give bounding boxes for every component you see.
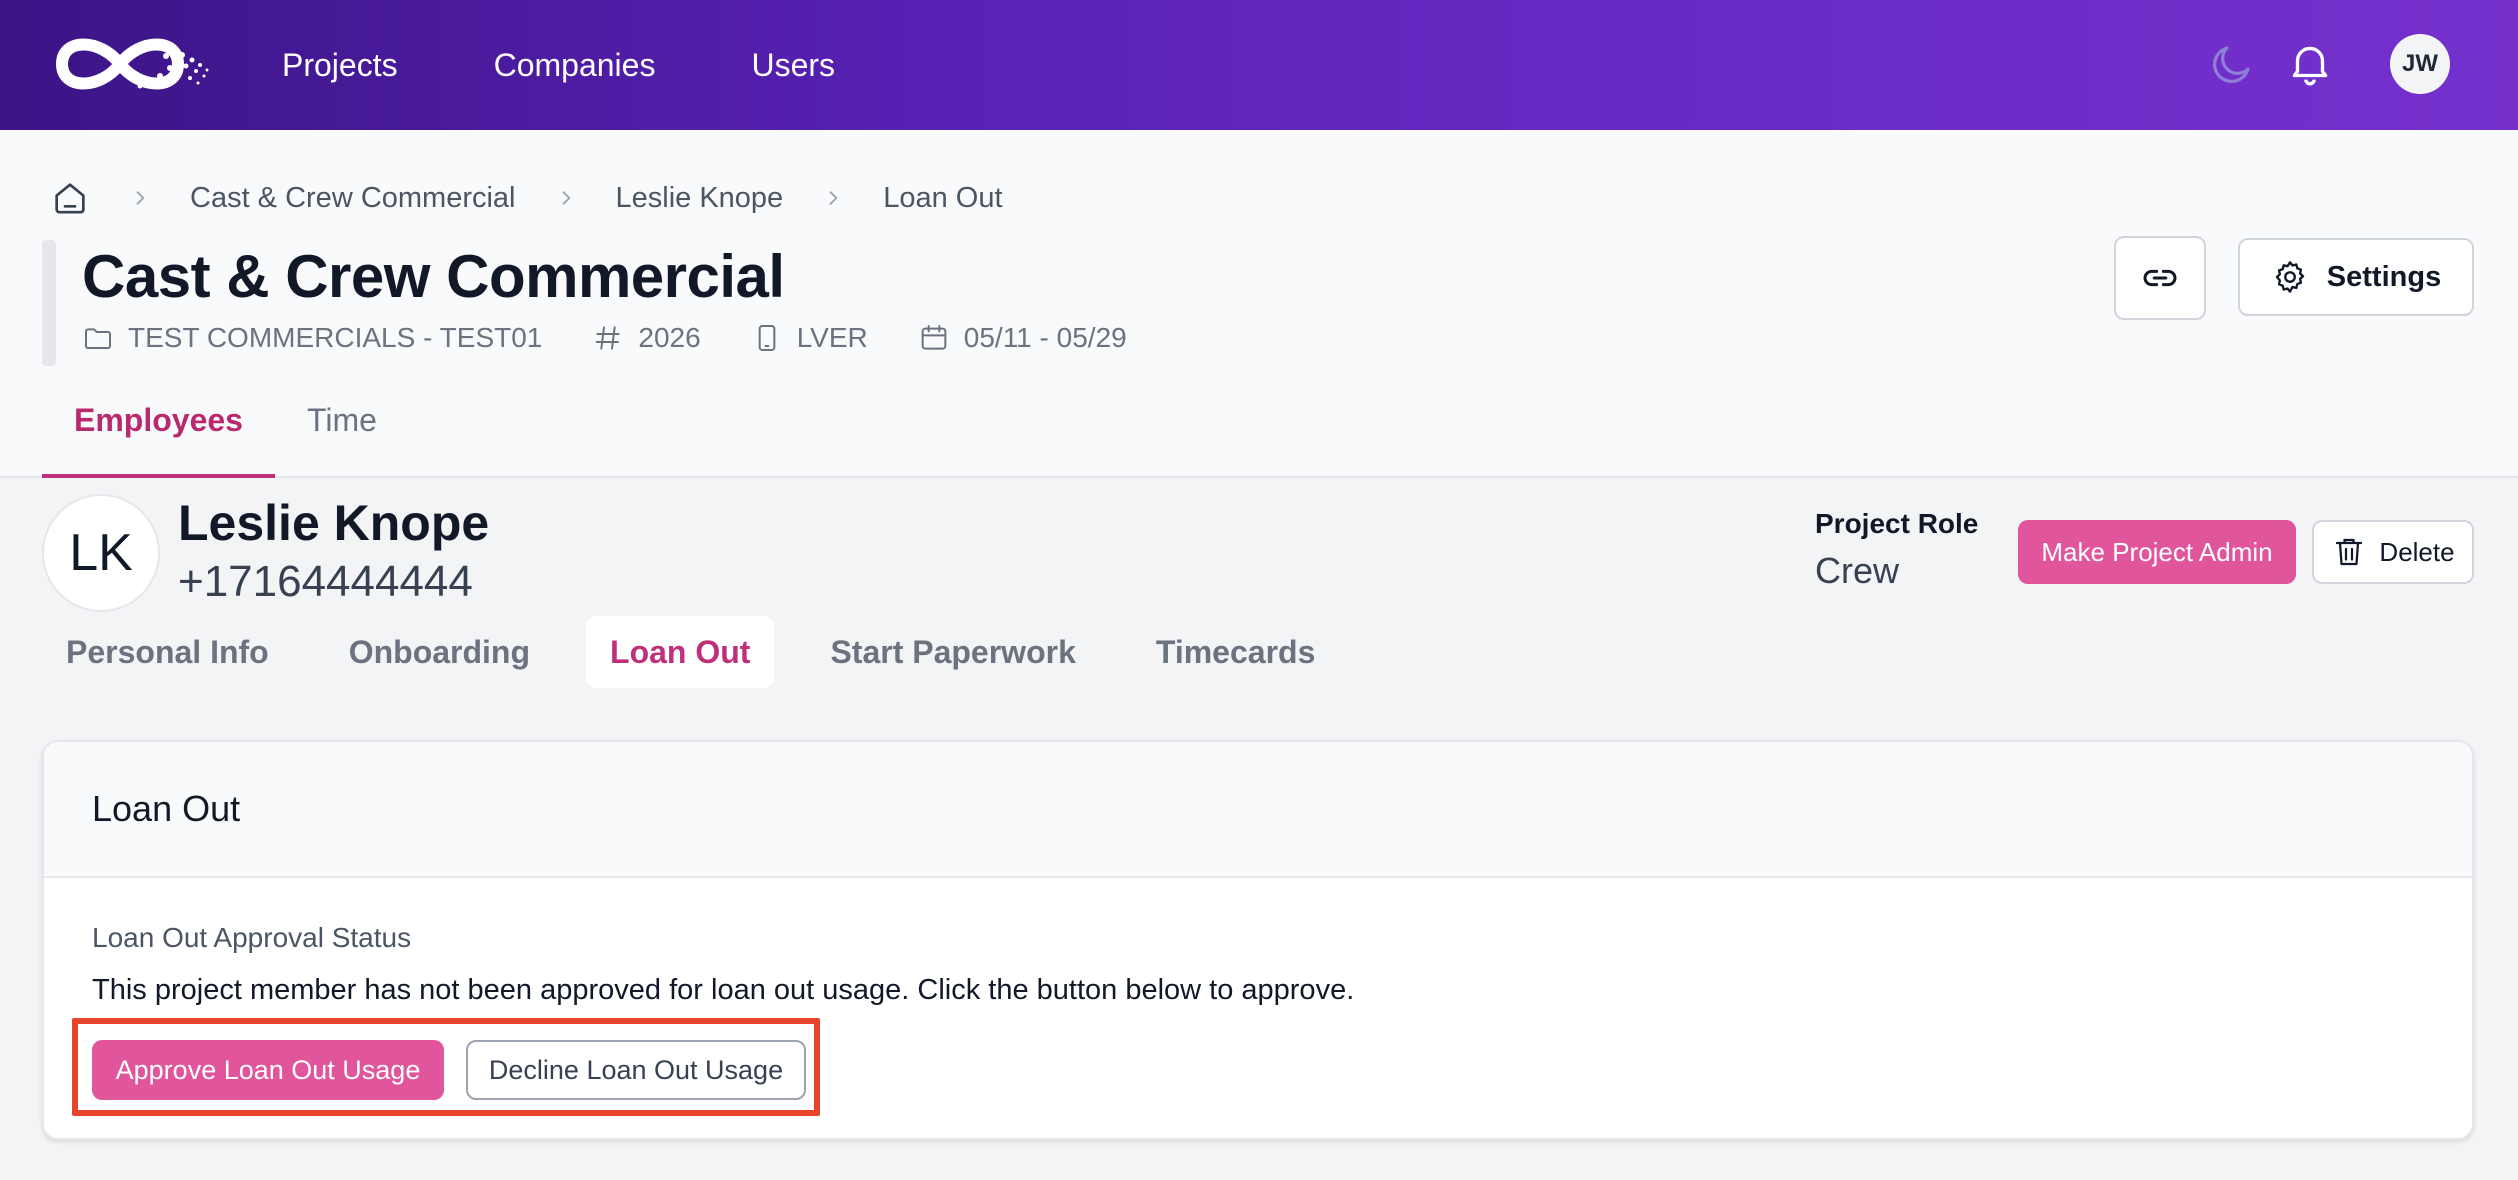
- approval-status-label: Loan Out Approval Status: [92, 922, 412, 953]
- meta-company-text: TEST COMMERCIALS - TEST01: [128, 322, 543, 353]
- delete-button-label: Delete: [2379, 536, 2455, 567]
- member-tabs: Personal Info Onboarding Loan Out Start …: [42, 616, 1339, 688]
- link-icon: [2143, 269, 2177, 287]
- project-role-label: Project Role: [1815, 508, 1979, 539]
- project-tabs: Employees Time: [42, 382, 409, 478]
- hash-icon: [596, 326, 621, 350]
- top-navbar: Projects Companies Users JW: [0, 0, 2518, 130]
- member-name: Leslie Knope: [178, 495, 490, 551]
- project-header: Cast & Crew Commercial Leslie Knope Loan…: [0, 130, 2518, 478]
- approval-status-text: This project member has not been approve…: [92, 974, 1355, 1006]
- tab-start-paperwork[interactable]: Start Paperwork: [806, 616, 1099, 688]
- meta-device: LVER: [751, 322, 868, 354]
- nav-users-link[interactable]: Users: [751, 47, 835, 84]
- breadcrumb-project[interactable]: Cast & Crew Commercial: [190, 182, 516, 215]
- tab-loan-out[interactable]: Loan Out: [586, 616, 775, 688]
- page-title: Cast & Crew Commercial: [82, 243, 785, 310]
- tab-personal-info[interactable]: Personal Info: [42, 616, 293, 688]
- member-phone: +17164444444: [178, 557, 473, 606]
- meta-number: 2026: [592, 322, 701, 354]
- meta-dates: 05/11 - 05/29: [918, 322, 1127, 354]
- home-icon[interactable]: [50, 178, 90, 218]
- user-avatar[interactable]: JW: [2390, 34, 2450, 94]
- settings-button-label: Settings: [2326, 260, 2442, 293]
- tab-time[interactable]: Time: [275, 382, 409, 478]
- meta-company: TEST COMMERCIALS - TEST01: [82, 322, 542, 354]
- gear-icon: [2275, 261, 2304, 293]
- brand-logo[interactable]: [42, 24, 214, 104]
- card-title: Loan Out: [44, 742, 2472, 878]
- tab-employees[interactable]: Employees: [42, 382, 275, 478]
- meta-dates-text: 05/11 - 05/29: [963, 322, 1127, 353]
- settings-button[interactable]: Settings: [2238, 238, 2474, 316]
- member-avatar: LK: [42, 494, 160, 612]
- phone-icon: [758, 325, 776, 351]
- copy-link-button[interactable]: [2114, 236, 2206, 320]
- tab-timecards[interactable]: Timecards: [1132, 616, 1340, 688]
- breadcrumb-current[interactable]: Loan Out: [883, 182, 1002, 215]
- chevron-right-icon: [136, 191, 145, 205]
- calendar-icon: [921, 325, 947, 350]
- project-role-value: Crew: [1815, 550, 1900, 591]
- make-project-admin-button[interactable]: Make Project Admin: [2018, 520, 2296, 584]
- loan-out-card: Loan Out Loan Out Approval Status This p…: [42, 740, 2474, 1140]
- project-meta: TEST COMMERCIALS - TEST01 2026 LVER 05/1…: [82, 322, 1177, 354]
- nav-projects-link[interactable]: Projects: [282, 47, 398, 84]
- trash-icon: [2336, 538, 2363, 566]
- approve-loan-out-button[interactable]: Approve Loan Out Usage: [92, 1040, 444, 1100]
- folder-icon: [85, 328, 111, 349]
- breadcrumb-member[interactable]: Leslie Knope: [616, 182, 784, 215]
- title-accent-bar: [42, 240, 56, 366]
- chevron-right-icon: [562, 191, 570, 205]
- delete-button[interactable]: Delete: [2312, 520, 2474, 584]
- tab-onboarding[interactable]: Onboarding: [325, 616, 554, 688]
- meta-device-text: LVER: [796, 322, 868, 353]
- moon-icon[interactable]: [2208, 40, 2256, 88]
- chevron-right-icon: [829, 191, 838, 205]
- nav-companies-link[interactable]: Companies: [494, 47, 656, 84]
- meta-number-text: 2026: [638, 322, 701, 353]
- breadcrumb: Cast & Crew Commercial Leslie Knope Loan…: [50, 178, 1003, 218]
- decline-loan-out-button[interactable]: Decline Loan Out Usage: [466, 1040, 806, 1100]
- bell-icon[interactable]: [2285, 38, 2335, 88]
